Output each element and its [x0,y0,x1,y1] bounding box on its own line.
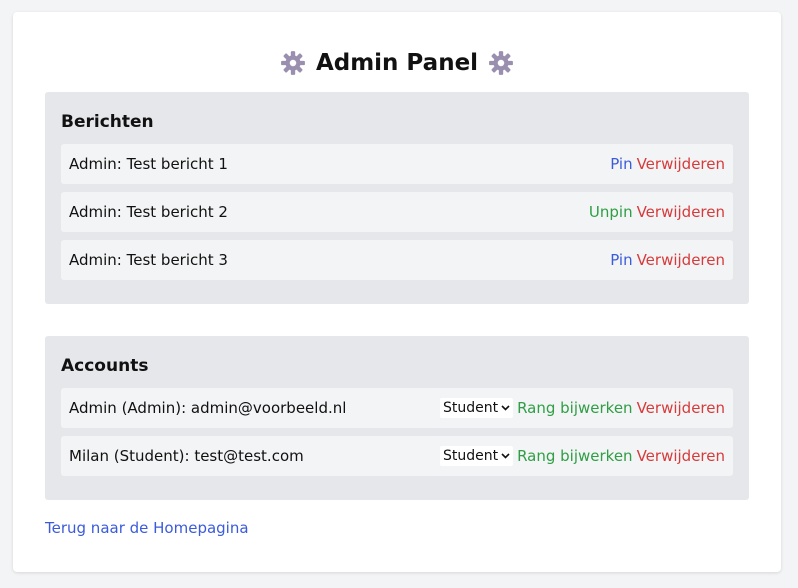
account-actions: Student Rang bijwerken Verwijderen [439,446,725,466]
messages-section: Berichten Admin: Test bericht 1 Pin Verw… [45,92,749,304]
role-select[interactable]: Student [439,398,514,418]
account-actions: Student Rang bijwerken Verwijderen [439,398,725,418]
delete-message-link[interactable]: Verwijderen [637,155,725,173]
gear-icon [281,51,305,75]
delete-message-link[interactable]: Verwijderen [637,203,725,221]
role-select-value: Student [442,448,499,464]
message-text: Admin: Test bericht 2 [69,203,228,221]
message-row: Admin: Test bericht 3 Pin Verwijderen [61,240,733,280]
message-actions: Pin Verwijderen [610,251,725,269]
message-row: Admin: Test bericht 1 Pin Verwijderen [61,144,733,184]
account-text: Milan (Student): test@test.com [69,447,304,465]
unpin-link[interactable]: Unpin [589,203,633,221]
page-header: Admin Panel [13,48,781,78]
message-text: Admin: Test bericht 1 [69,155,228,173]
accounts-heading: Accounts [61,356,149,376]
accounts-section: Accounts Admin (Admin): admin@voorbeeld.… [45,336,749,500]
message-actions: Pin Verwijderen [610,155,725,173]
message-text: Admin: Test bericht 3 [69,251,228,269]
pin-link[interactable]: Pin [610,155,632,173]
delete-account-link[interactable]: Verwijderen [637,399,725,417]
back-to-home-link[interactable]: Terug naar de Homepagina [45,519,249,537]
gear-icon [489,51,513,75]
chevron-down-icon [501,405,510,411]
update-role-link[interactable]: Rang bijwerken [517,447,633,465]
page-title: Admin Panel [315,50,479,76]
role-select-value: Student [442,400,499,416]
account-row: Milan (Student): test@test.com Student R… [61,436,733,476]
message-row: Admin: Test bericht 2 Unpin Verwijderen [61,192,733,232]
pin-link[interactable]: Pin [610,251,632,269]
admin-panel-card: Admin Panel Berichten Admin: Test berich… [13,12,781,572]
delete-account-link[interactable]: Verwijderen [637,447,725,465]
account-row: Admin (Admin): admin@voorbeeld.nl Studen… [61,388,733,428]
message-actions: Unpin Verwijderen [589,203,725,221]
role-select[interactable]: Student [439,446,514,466]
account-text: Admin (Admin): admin@voorbeeld.nl [69,399,347,417]
chevron-down-icon [501,453,510,459]
update-role-link[interactable]: Rang bijwerken [517,399,633,417]
delete-message-link[interactable]: Verwijderen [637,251,725,269]
messages-heading: Berichten [61,112,154,132]
